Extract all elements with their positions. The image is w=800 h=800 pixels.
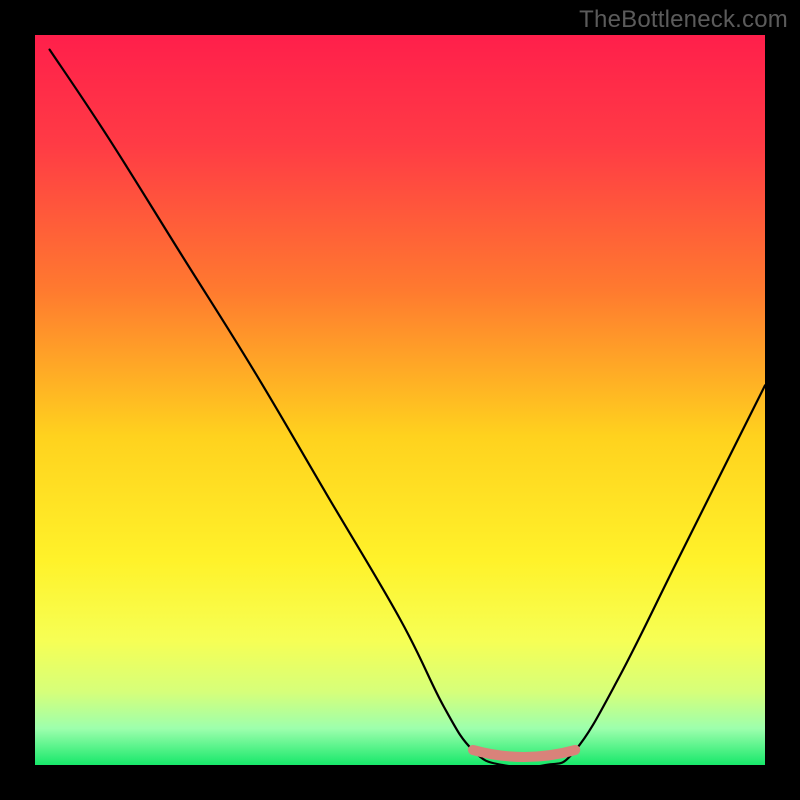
bottleneck-chart [0, 0, 800, 800]
chart-frame: TheBottleneck.com [0, 0, 800, 800]
chart-plot-area [35, 35, 765, 765]
watermark-text: TheBottleneck.com [579, 6, 788, 34]
